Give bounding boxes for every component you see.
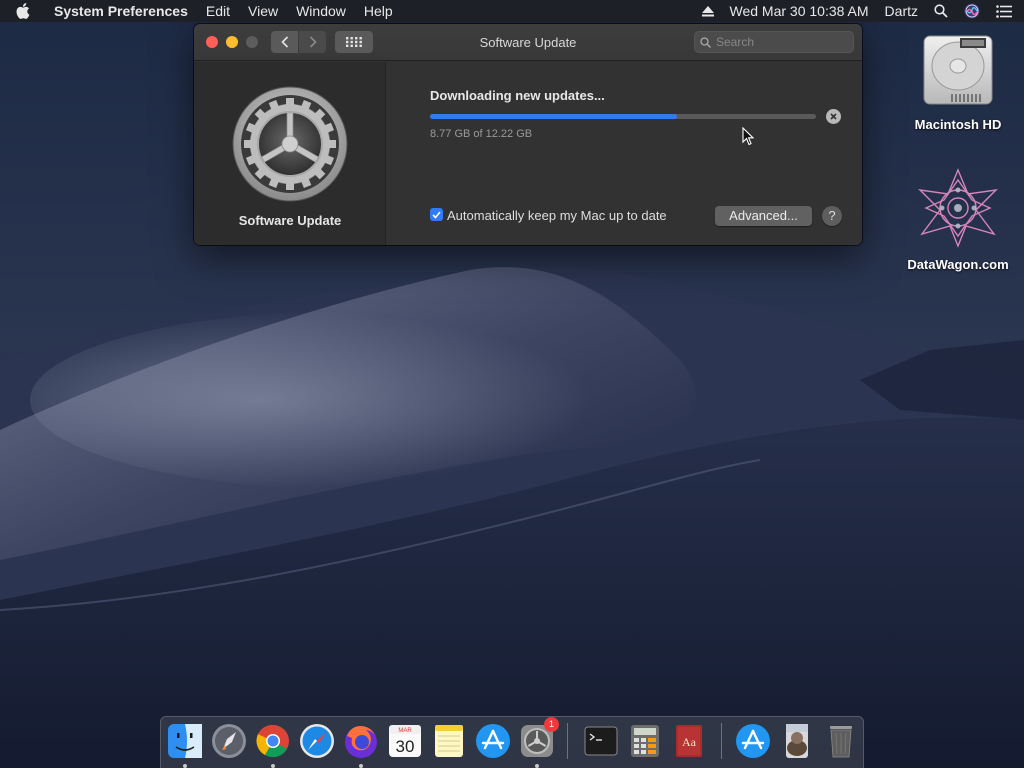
app-store-icon[interactable]	[474, 722, 512, 760]
pane-label: Software Update	[238, 213, 342, 228]
auto-update-label[interactable]: Automatically keep my Mac up to date	[447, 208, 667, 223]
show-all-button[interactable]	[335, 31, 373, 53]
hard-drive-icon	[923, 35, 993, 105]
grid-icon	[346, 37, 362, 47]
cancel-download-button[interactable]	[826, 109, 841, 124]
apple-menu-icon[interactable]	[16, 3, 44, 19]
downloads-stack-icon[interactable]	[734, 722, 772, 760]
running-indicator	[359, 764, 363, 768]
clock-menu[interactable]: Wed Mar 30 10:38 AM	[730, 3, 869, 19]
dock-separator	[567, 723, 568, 759]
running-indicator	[535, 764, 539, 768]
safari-icon[interactable]	[298, 722, 336, 760]
zoom-window-button[interactable]	[246, 36, 258, 48]
calendar-month-label: MAR	[398, 728, 412, 734]
desktop-icon-macintosh-hd[interactable]: Macintosh HD	[898, 32, 1018, 132]
download-progress-fill	[430, 114, 678, 119]
software-update-pane: Software Update	[194, 62, 386, 245]
spotlight-search-icon[interactable]	[934, 4, 948, 18]
software-update-gear-icon	[232, 86, 348, 202]
search-input[interactable]	[716, 35, 846, 49]
update-count-badge: 1	[544, 717, 559, 732]
close-window-button[interactable]	[206, 36, 218, 48]
dock: MAR 30 1 Aa	[160, 716, 864, 768]
user-menu[interactable]: Dartz	[885, 3, 918, 19]
search-field[interactable]	[694, 31, 854, 53]
auto-update-checkbox[interactable]	[430, 208, 443, 221]
download-progress-bar	[430, 114, 816, 119]
chevron-right-icon	[309, 36, 317, 48]
terminal-icon[interactable]	[582, 722, 620, 760]
calculator-icon[interactable]	[626, 722, 664, 760]
download-size-text: 8.77 GB of 12.22 GB	[430, 128, 533, 140]
navigation-buttons	[271, 31, 326, 53]
help-button[interactable]: ?	[822, 206, 842, 226]
trash-icon[interactable]	[822, 722, 860, 760]
desktop-icon-label: DataWagon.com	[907, 257, 1009, 272]
finder-icon[interactable]	[166, 722, 204, 760]
svg-text:Aa: Aa	[682, 735, 697, 749]
desktop-icon-label: Macintosh HD	[914, 117, 1002, 132]
chrome-icon[interactable]	[254, 722, 292, 760]
minimize-window-button[interactable]	[226, 36, 238, 48]
dock-separator	[721, 723, 722, 759]
advanced-button[interactable]: Advanced...	[715, 206, 812, 226]
photo-stack-icon[interactable]	[778, 722, 816, 760]
menu-bar: System Preferences Edit View Window Help…	[0, 0, 1024, 22]
calendar-icon[interactable]: MAR 30	[386, 722, 424, 760]
launchpad-icon[interactable]	[210, 722, 248, 760]
window-titlebar[interactable]: Software Update	[194, 24, 862, 61]
app-name-menu[interactable]: System Preferences	[54, 3, 188, 19]
search-icon	[700, 36, 711, 48]
system-preferences-dock-icon[interactable]: 1	[518, 717, 559, 760]
desktop-icon-datawagon[interactable]: DataWagon.com	[898, 168, 1018, 272]
dictionary-icon[interactable]: Aa	[670, 722, 708, 760]
running-indicator	[271, 764, 275, 768]
checkmark-icon	[432, 210, 441, 219]
eject-icon[interactable]	[701, 5, 714, 17]
forward-button[interactable]	[299, 31, 326, 53]
chevron-left-icon	[280, 36, 288, 48]
running-indicator	[183, 764, 187, 768]
datawagon-logo-icon	[918, 168, 998, 248]
siri-icon[interactable]	[964, 3, 980, 19]
firefox-icon[interactable]	[342, 722, 380, 760]
menu-view[interactable]: View	[248, 3, 278, 19]
notes-icon[interactable]	[430, 722, 468, 760]
notification-center-icon[interactable]	[996, 4, 1012, 18]
menu-help[interactable]: Help	[364, 3, 393, 19]
close-icon	[830, 113, 837, 120]
menu-edit[interactable]: Edit	[206, 3, 230, 19]
download-status-title: Downloading new updates...	[430, 88, 605, 103]
mouse-cursor-icon	[742, 127, 754, 146]
back-button[interactable]	[271, 31, 298, 53]
menu-window[interactable]: Window	[296, 3, 346, 19]
software-update-window: Software Update Search Software Update D…	[194, 24, 862, 245]
calendar-day-label: 30	[396, 737, 415, 756]
